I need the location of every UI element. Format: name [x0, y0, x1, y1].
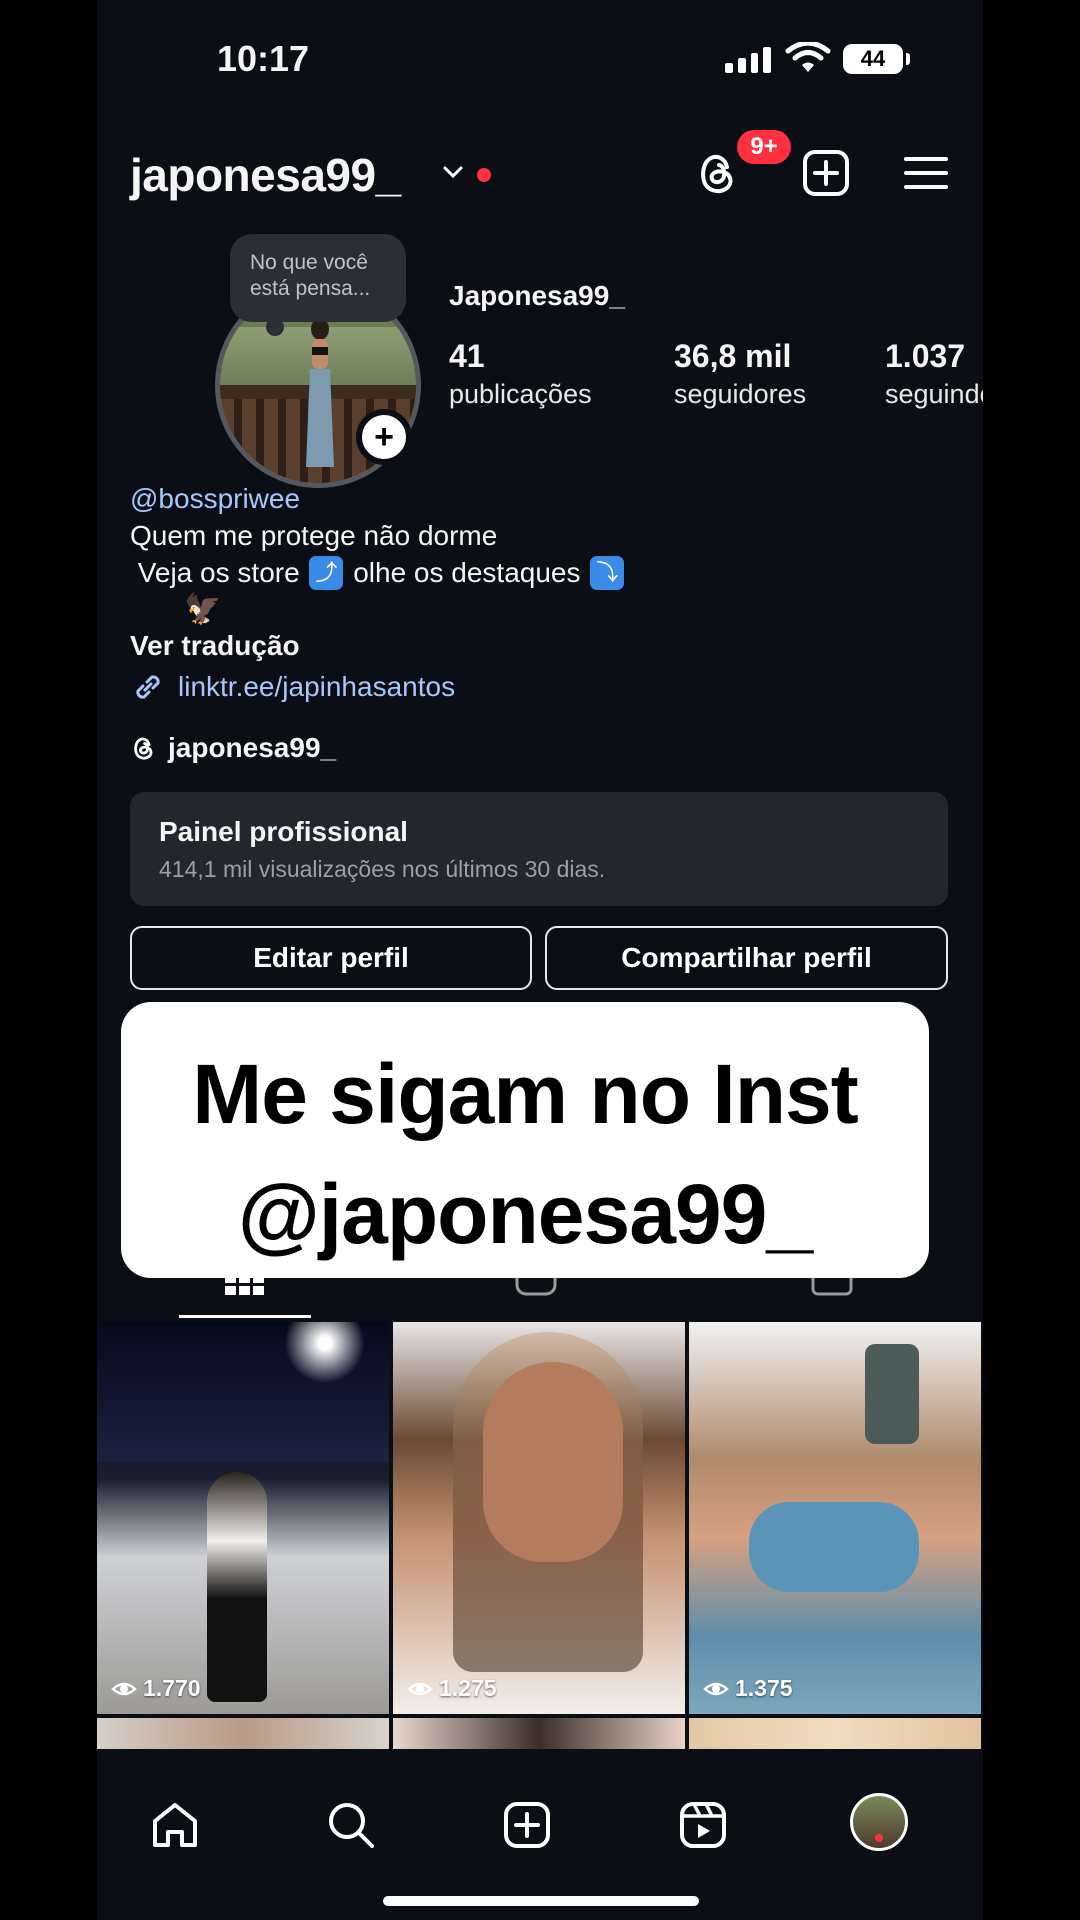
overlay-line-2: @japonesa99_	[237, 1167, 813, 1261]
status-bar: 10:17 44	[97, 0, 983, 120]
add-story-icon[interactable]: +	[356, 409, 412, 465]
post-thumbnail[interactable]	[393, 1718, 685, 1749]
account-alert-dot	[477, 168, 491, 182]
bio: @bosspriwee Quem me protege não dorme Ve…	[130, 480, 910, 631]
arrow-down-emoji-icon: ⤵	[590, 555, 625, 590]
active-tab-indicator	[179, 1315, 311, 1318]
threads-icon	[134, 737, 153, 760]
status-time: 10:17	[217, 38, 310, 79]
eagle-emoji-icon: 🦅	[184, 593, 222, 626]
view-count-value: 1.275	[439, 1675, 497, 1701]
caption-overlay: Me sigam no Inst @japonesa99_	[121, 1002, 929, 1278]
professional-dashboard[interactable]: Painel profissional 414,1 mil visualizaç…	[130, 792, 948, 906]
create-icon[interactable]	[501, 1799, 553, 1851]
post-thumbnail[interactable]: 1.375	[689, 1322, 981, 1714]
dashboard-title: Painel profissional	[159, 816, 408, 847]
bio-text: Veja os store	[137, 557, 300, 588]
wifi-icon	[785, 42, 831, 72]
stat-following[interactable]: 1.037 seguindo	[885, 338, 983, 410]
profile-avatar-nav[interactable]	[850, 1793, 908, 1851]
bio-line: Veja os store ⤴ olhe os destaques ⤵	[130, 554, 910, 591]
home-indicator[interactable]	[383, 1896, 699, 1906]
bio-mention-link[interactable]: @bosspriwee	[130, 480, 910, 517]
stat-label: seguidores	[674, 379, 807, 409]
signal-icon	[725, 45, 771, 73]
phone-screen: 10:17 44 japonesa99_ 9+ No que você está…	[97, 0, 983, 1920]
share-profile-button[interactable]: Compartilhar perfil	[545, 926, 948, 990]
bio-text: olhe os destaques	[353, 557, 581, 588]
account-username[interactable]: japonesa99_	[130, 148, 401, 202]
post-thumbnail[interactable]	[97, 1718, 389, 1749]
chevron-down-icon[interactable]	[441, 160, 465, 184]
link-text: linktr.ee/japinhasantos	[178, 671, 456, 702]
threads-profile-link[interactable]: japonesa99_	[130, 732, 336, 764]
eye-icon	[407, 1682, 433, 1695]
dashboard-subtitle: 414,1 mil visualizações nos últimos 30 d…	[159, 856, 606, 882]
eye-icon	[111, 1682, 137, 1695]
stat-posts[interactable]: 41 publicações	[449, 338, 592, 410]
stat-label: seguindo	[885, 379, 983, 409]
stat-value: 41	[449, 338, 485, 374]
stat-value: 36,8 mil	[674, 338, 792, 374]
posts-grid: 1.770 1.275 1.375	[97, 1322, 983, 1749]
view-count: 1.375	[703, 1675, 793, 1702]
reels-icon[interactable]	[677, 1799, 729, 1851]
stat-label: publicações	[449, 379, 592, 409]
note-bubble[interactable]: No que você está pensa...	[230, 234, 406, 336]
edit-profile-button[interactable]: Editar perfil	[130, 926, 532, 990]
battery-icon: 44	[843, 44, 910, 74]
threads-icon[interactable]	[693, 148, 743, 198]
search-icon[interactable]	[325, 1799, 377, 1851]
view-count-value: 1.770	[143, 1675, 201, 1701]
threads-notification-badge: 9+	[737, 130, 791, 164]
overlay-line-1: Me sigam no Inst	[192, 1047, 858, 1141]
view-count: 1.275	[407, 1675, 497, 1702]
display-name: Japonesa99_	[449, 280, 625, 311]
threads-handle-text: japonesa99_	[168, 732, 337, 763]
link-icon	[136, 675, 160, 699]
home-icon[interactable]	[149, 1799, 201, 1851]
profile-alert-dot	[875, 1834, 883, 1842]
new-post-icon[interactable]	[801, 148, 851, 198]
profile-header: japonesa99_ 9+	[97, 130, 983, 208]
stat-followers[interactable]: 36,8 mil seguidores	[674, 338, 806, 410]
post-thumbnail[interactable]	[689, 1718, 981, 1749]
view-count-value: 1.375	[735, 1675, 793, 1701]
view-count: 1.770	[111, 1675, 201, 1702]
arrow-up-emoji-icon: ⤴	[309, 555, 344, 590]
see-translation-link[interactable]: Ver tradução	[130, 630, 300, 662]
bio-line: Quem me protege não dorme	[130, 520, 498, 551]
bottom-navigation	[97, 1749, 983, 1920]
post-thumbnail[interactable]: 1.275	[393, 1322, 685, 1714]
post-thumbnail[interactable]: 1.770	[97, 1322, 389, 1714]
stat-value: 1.037	[885, 338, 966, 374]
bio-external-link[interactable]: linktr.ee/japinhasantos	[130, 669, 455, 705]
eye-icon	[703, 1682, 729, 1695]
menu-icon[interactable]	[901, 148, 951, 198]
